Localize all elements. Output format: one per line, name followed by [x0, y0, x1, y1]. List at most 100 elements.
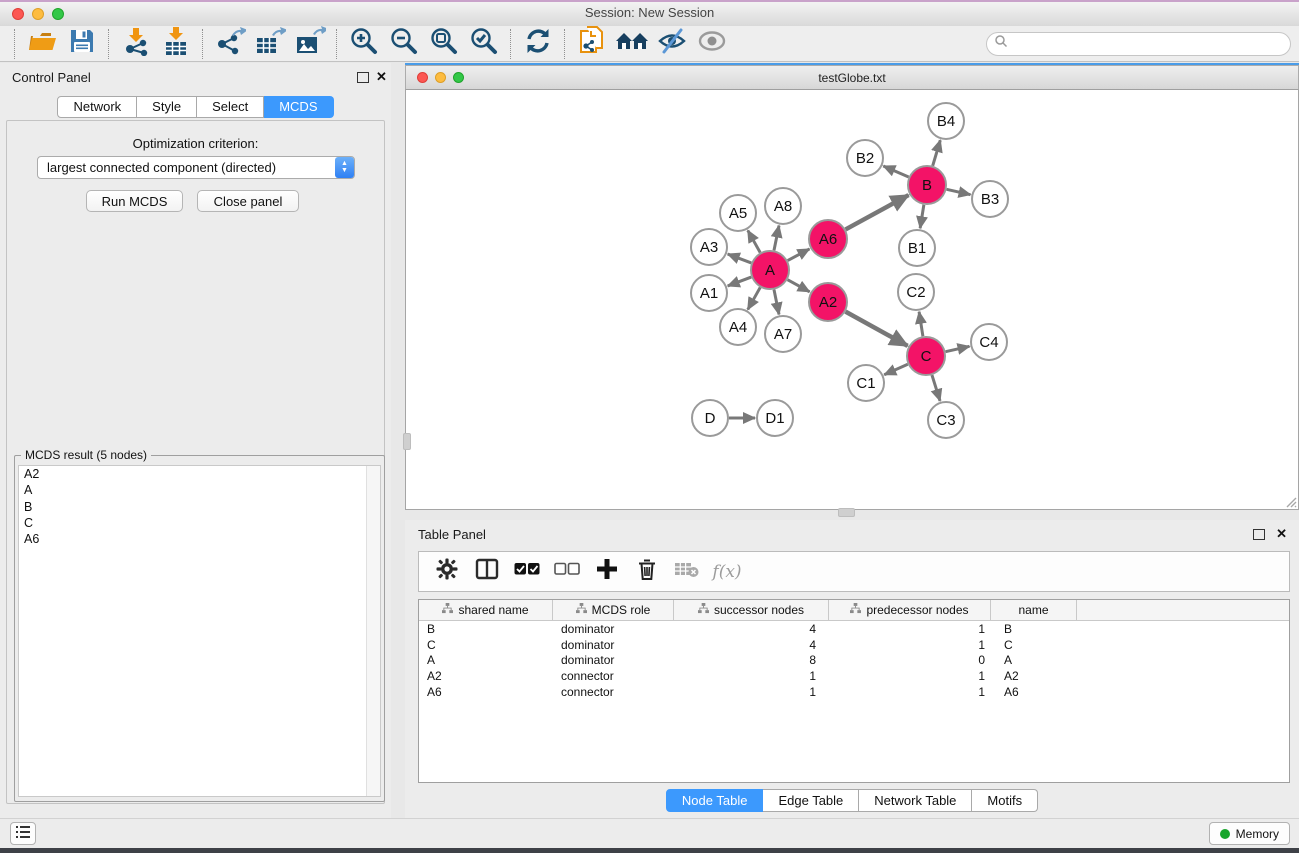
tab-node-table[interactable]: Node Table [666, 789, 764, 812]
memory-button[interactable]: Memory [1209, 822, 1290, 845]
edge-C-C2[interactable] [919, 312, 923, 336]
node-A7[interactable]: A7 [765, 316, 801, 352]
column-header-shared-name[interactable]: shared name [419, 600, 553, 620]
delete-columns-button[interactable] [629, 555, 665, 589]
edge-A6-B[interactable] [846, 195, 909, 229]
edge-A-A7[interactable] [774, 290, 779, 315]
tab-edge-table[interactable]: Edge Table [763, 789, 859, 812]
table-settings-button[interactable] [429, 555, 465, 589]
import-network-button[interactable] [116, 28, 156, 60]
node-A3[interactable]: A3 [691, 229, 727, 265]
node-A1[interactable]: A1 [691, 275, 727, 311]
edge-B-B3[interactable] [947, 189, 971, 194]
close-panel-icon[interactable]: ✕ [1276, 526, 1287, 542]
edge-A2-C[interactable] [846, 312, 908, 346]
close-panel-button[interactable]: Close panel [197, 190, 299, 212]
window-resize-grip[interactable] [1283, 494, 1297, 508]
close-panel-icon[interactable]: ✕ [376, 69, 387, 85]
column-header-predecessor-nodes[interactable]: predecessor nodes [829, 600, 991, 620]
table-row[interactable]: Bdominator41B [419, 621, 1289, 637]
node-B4[interactable]: B4 [928, 103, 964, 139]
tab-network-table[interactable]: Network Table [859, 789, 972, 812]
node-C1[interactable]: C1 [848, 365, 884, 401]
edge-B-B2[interactable] [883, 166, 908, 177]
mcds-result-item[interactable]: A [19, 482, 380, 498]
column-header-name[interactable]: name [991, 600, 1077, 620]
import-table-button[interactable] [156, 28, 196, 60]
node-D[interactable]: D [692, 400, 728, 436]
tab-network[interactable]: Network [57, 96, 137, 118]
deselect-all-rows-button[interactable] [549, 555, 585, 589]
tab-style[interactable]: Style [137, 96, 197, 118]
node-C2[interactable]: C2 [898, 274, 934, 310]
edge-C-C3[interactable] [932, 375, 940, 401]
edge-A-A8[interactable] [774, 226, 779, 251]
column-header-successor-nodes[interactable]: successor nodes [674, 600, 829, 620]
node-C3[interactable]: C3 [928, 402, 964, 438]
node-B[interactable]: B [908, 166, 946, 204]
edge-B-B1[interactable] [920, 205, 924, 228]
tab-motifs[interactable]: Motifs [972, 789, 1038, 812]
node-C[interactable]: C [907, 337, 945, 375]
select-all-rows-button[interactable] [509, 555, 545, 589]
table-row[interactable]: Adominator80A [419, 653, 1289, 669]
node-B1[interactable]: B1 [899, 230, 935, 266]
export-table-button[interactable] [250, 28, 290, 60]
node-B3[interactable]: B3 [972, 181, 1008, 217]
node-A[interactable]: A [751, 251, 789, 289]
node-C4[interactable]: C4 [971, 324, 1007, 360]
table-row[interactable]: Cdominator41C [419, 637, 1289, 653]
edge-A-A6[interactable] [788, 249, 810, 261]
create-column-button[interactable] [589, 555, 625, 589]
run-mcds-button[interactable]: Run MCDS [86, 190, 183, 212]
mcds-result-item[interactable]: B [19, 499, 380, 515]
node-A5[interactable]: A5 [720, 195, 756, 231]
tab-mcds[interactable]: MCDS [264, 96, 333, 118]
node-B2[interactable]: B2 [847, 140, 883, 176]
table-row[interactable]: A2connector11A2 [419, 668, 1289, 684]
table-row[interactable]: A6connector11A6 [419, 684, 1289, 700]
new-network-from-selection-button[interactable] [572, 28, 612, 60]
search-field[interactable] [986, 32, 1291, 56]
zoom-fit-button[interactable] [424, 28, 464, 60]
zoom-out-button[interactable] [384, 28, 424, 60]
edge-A-A4[interactable] [748, 287, 760, 309]
edge-A-A2[interactable] [788, 280, 810, 292]
zoom-selected-button[interactable] [464, 28, 504, 60]
panel-divider-handle[interactable] [403, 433, 411, 450]
float-panel-icon[interactable] [1253, 529, 1265, 540]
export-image-button[interactable] [290, 28, 330, 60]
zoom-in-button[interactable] [344, 28, 384, 60]
mcds-result-item[interactable]: A6 [19, 531, 380, 547]
panel-divider-handle[interactable] [838, 508, 855, 517]
edge-B-B4[interactable] [933, 140, 941, 166]
network-window-titlebar[interactable]: testGlobe.txt [405, 65, 1299, 90]
result-list-scrollbar[interactable] [366, 466, 380, 796]
export-network-button[interactable] [210, 28, 250, 60]
node-D1[interactable]: D1 [757, 400, 793, 436]
hide-graphics-details-button[interactable] [652, 28, 692, 60]
edge-A-A3[interactable] [728, 254, 752, 263]
edge-A-A5[interactable] [748, 230, 760, 252]
edge-A-A1[interactable] [728, 277, 752, 286]
open-session-button[interactable] [22, 28, 62, 60]
node-A8[interactable]: A8 [765, 188, 801, 224]
mcds-result-item[interactable]: A2 [19, 466, 380, 482]
node-A2[interactable]: A2 [809, 283, 847, 321]
mcds-result-item[interactable]: C [19, 515, 380, 531]
edge-C-C1[interactable] [884, 364, 908, 375]
node-A4[interactable]: A4 [720, 309, 756, 345]
refresh-button[interactable] [518, 28, 558, 60]
save-session-button[interactable] [62, 28, 102, 60]
tab-select[interactable]: Select [197, 96, 264, 118]
mcds-result-list[interactable]: A2ABCA6 [18, 465, 381, 797]
show-column-panel-button[interactable] [469, 555, 505, 589]
network-canvas[interactable]: B4 B2 B B3 B1 A5A8 A3 A6 A A1 A2 C2 A4A7 C C4 C1 C3 D D1 [405, 90, 1299, 510]
criterion-dropdown[interactable]: largest connected component (directed) ▲… [37, 156, 355, 179]
first-neighbors-button[interactable] [612, 28, 652, 60]
column-header-MCDS-role[interactable]: MCDS role [553, 600, 674, 620]
node-A6[interactable]: A6 [809, 220, 847, 258]
search-input[interactable] [1008, 36, 1290, 52]
show-graphics-details-button[interactable] [692, 28, 732, 60]
show-task-history-button[interactable] [10, 822, 36, 845]
